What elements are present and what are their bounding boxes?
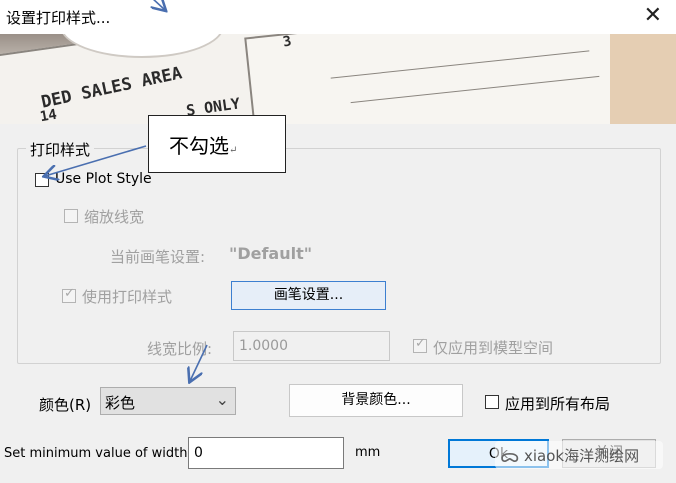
scale-lineweights-checkbox[interactable] <box>64 209 78 223</box>
checkmark-icon: ✓ <box>64 286 75 301</box>
current-pen-value: "Default" <box>229 244 313 263</box>
close-icon[interactable]: ✕ <box>644 3 662 29</box>
background-color-button[interactable]: 背景颜色... <box>289 384 463 417</box>
scale-lineweights-label: 缩放线宽 <box>84 208 145 226</box>
use-plot-style-checkbox[interactable] <box>35 173 49 187</box>
lineweight-scale-input[interactable]: 1.0000 <box>233 331 390 361</box>
banner-text-num: 14 <box>38 106 59 124</box>
apply-all-layouts-label: 应用到所有布局 <box>505 395 611 413</box>
lineweight-scale-label: 线宽比例: <box>147 340 213 358</box>
model-space-only-label: 仅应用到模型空间 <box>433 339 554 357</box>
header-banner-image: DED SALES AREA S ONLY 14 3 <box>0 34 676 124</box>
min-width-input[interactable]: 0 <box>188 437 344 469</box>
pen-settings-button[interactable]: 画笔设置... <box>231 281 386 310</box>
use-plot-style-label: Use Plot Style <box>55 171 152 187</box>
apply-all-layouts-checkbox[interactable] <box>485 395 499 409</box>
model-space-only-checkbox[interactable]: ✓ <box>413 336 427 353</box>
annotation-callout: 不勾选↵ <box>148 115 286 173</box>
wechat-logo-icon: ᯅ <box>500 446 520 467</box>
min-width-label: Set minimum value of width <box>4 446 188 461</box>
checkmark-icon: ✓ <box>415 336 426 351</box>
chevron-down-icon: ⌄ <box>215 390 229 409</box>
window-title: 设置打印样式... <box>6 9 111 27</box>
min-width-unit: mm <box>355 445 381 460</box>
color-select[interactable]: 彩色 ⌄ <box>100 387 236 415</box>
use-plot-styles-checkbox[interactable]: ✓ <box>62 286 76 303</box>
watermark-text: xiaok海洋测绘网 <box>524 447 640 465</box>
paragraph-mark-icon: ↵ <box>229 145 238 156</box>
plot-style-group-title: 打印样式 <box>26 139 95 160</box>
callout-text: 不勾选↵ <box>169 134 238 158</box>
color-select-value: 彩色 <box>105 394 136 412</box>
current-pen-label: 当前画笔设置: <box>110 248 206 266</box>
use-plot-styles-label: 使用打印样式 <box>82 288 173 306</box>
color-label: 颜色(R) <box>39 396 92 414</box>
